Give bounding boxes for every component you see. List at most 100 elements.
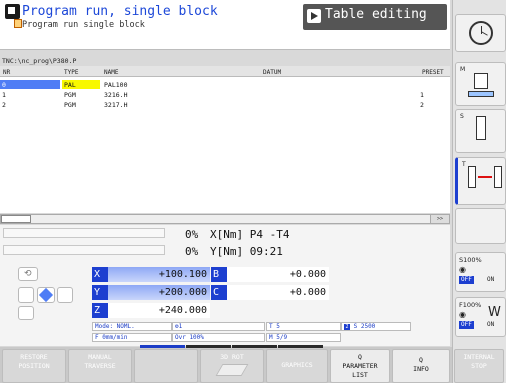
manual-traverse-softkey[interactable]: MANUAL TRAVERSE [68, 349, 132, 383]
col-name: NAME [104, 69, 119, 76]
axis-c-label: C [211, 285, 227, 300]
m-function-softkey[interactable]: M [455, 62, 506, 106]
3d-rot-label: 3D ROT [220, 353, 244, 361]
axis-z-value: +240.000 [108, 303, 210, 318]
param-line3: LIST [352, 371, 368, 379]
table-editing-icon [307, 9, 321, 23]
softkey-tab-3[interactable] [232, 345, 277, 348]
softkey-tab-4[interactable] [278, 345, 323, 348]
spindle-icon: 2 [344, 324, 350, 330]
col-type: TYPE [64, 69, 79, 76]
tool-right-icon [494, 166, 502, 188]
load-pct-2: 0% [185, 245, 199, 258]
feed-override-off[interactable]: OFF [459, 321, 474, 329]
clock-softkey[interactable] [455, 14, 506, 52]
axis-b-label: B [211, 267, 227, 282]
feed-info: F 0mm/min [92, 333, 172, 342]
table-row-type[interactable]: PGM [64, 91, 76, 99]
q-info-softkey[interactable]: Q INFO [392, 349, 450, 383]
scrollbar-thumb[interactable] [1, 215, 31, 223]
col-nr: NR [3, 69, 11, 76]
override-knob-icon: ◉ [459, 265, 466, 274]
t-tool-softkey[interactable]: T [455, 157, 506, 205]
feed-wave-icon: W [488, 305, 501, 320]
axis-b-value: +0.000 [227, 267, 329, 282]
m-machine-icon [474, 73, 488, 89]
table-row-preset[interactable]: 2 [420, 101, 424, 109]
m-function-info: M 5/9 [266, 333, 341, 342]
clock-icon [469, 21, 493, 45]
table-row-nr[interactable]: 0 [2, 81, 6, 89]
single-block-icon [14, 19, 22, 28]
q-parameter-list-softkey[interactable]: Q PARAMETER LIST [330, 349, 390, 383]
table-row-nr[interactable]: 1 [2, 91, 6, 99]
feed-override-softkey[interactable]: F100% ◉ W OFF ON [455, 297, 506, 337]
param-line2: PARAMETER [342, 362, 378, 370]
load-pct-1: 0% [185, 228, 199, 241]
load-line-1: X[Nm] P4 -T4 [210, 228, 290, 241]
axis-y-value: +200.000 [108, 285, 210, 300]
param-line1: Q [358, 353, 362, 361]
selected-row-highlight[interactable] [0, 80, 60, 89]
table-path: TNC:\nc_prog\P380.P [2, 57, 77, 65]
t-label: T [462, 161, 466, 168]
left-button-3[interactable] [57, 287, 73, 303]
feed-override-on[interactable]: ON [485, 321, 496, 329]
feed-override-label: F100% [459, 301, 482, 309]
spindle-override-off[interactable]: OFF [459, 276, 474, 284]
left-button-4[interactable] [18, 306, 34, 320]
empty-softkey[interactable] [134, 349, 198, 383]
3d-rot-icon [215, 364, 249, 376]
spindle-value: S 2500 [353, 323, 376, 330]
col-preset: PRESET [422, 69, 444, 76]
empty-side-softkey[interactable] [455, 208, 506, 244]
left-button-1[interactable] [18, 287, 34, 303]
horizontal-scrollbar[interactable] [0, 214, 450, 224]
restore-line2: POSITION [18, 362, 50, 370]
axis-x-label: X [92, 267, 108, 282]
spindle-override-softkey[interactable]: S100% ◉ OFF ON [455, 252, 506, 292]
tool-info: T 5 [266, 322, 341, 331]
s-label: S [460, 113, 464, 120]
tool-number-info: ⚙1 [172, 322, 265, 331]
internal-line1: INTERNAL [463, 353, 495, 361]
refresh-icon: ⟲ [24, 269, 32, 279]
spindle-override-label: S100% [459, 256, 482, 264]
restore-line1: RESTORE [20, 353, 48, 361]
axis-y-label: Y [92, 285, 108, 300]
info-line1: Q [419, 356, 423, 364]
mode-title: Program run, single block [22, 4, 218, 19]
progress-ruler-2 [3, 245, 165, 255]
axis-z-label: Z [92, 303, 108, 318]
internal-stop-softkey[interactable]: INTERNAL STOP [454, 349, 504, 383]
progress-ruler-1 [3, 228, 165, 238]
axis-x-value: +100.100 [108, 267, 210, 282]
workpiece-button[interactable] [37, 287, 55, 303]
table-row-nr[interactable]: 2 [2, 101, 6, 109]
axis-c-value: +0.000 [227, 285, 329, 300]
info-line2: INFO [413, 365, 429, 373]
3d-rot-softkey[interactable]: 3D ROT [200, 349, 264, 383]
graphics-softkey[interactable]: GRAPHICS [266, 349, 328, 383]
table-row-preset[interactable]: 1 [420, 91, 424, 99]
load-line-2: Y[Nm] 09:21 [210, 245, 283, 258]
override-info: Ovr 100% [172, 333, 265, 342]
scroll-right-button[interactable]: >> [430, 215, 449, 223]
table-row-name[interactable]: 3217.H [104, 101, 127, 109]
mode-info: Mode: NOML. [92, 322, 172, 331]
col-datum: DATUM [263, 69, 282, 76]
softkey-tab-2[interactable] [186, 345, 231, 348]
spindle-tool-icon [476, 116, 486, 140]
s-spindle-softkey[interactable]: S [455, 109, 506, 153]
table-row-type[interactable]: PGM [64, 101, 76, 109]
internal-line2: STOP [471, 362, 487, 370]
spindle-info: 2 S 2500 [341, 322, 411, 331]
restore-position-softkey[interactable]: RESTORE POSITION [2, 349, 66, 383]
spindle-override-on[interactable]: ON [485, 276, 496, 284]
table-row-name[interactable]: 3216.H [104, 91, 127, 99]
table-row-name[interactable]: PAL100 [104, 81, 127, 89]
cycle-icon-button[interactable]: ⟲ [18, 267, 38, 281]
table-row-type[interactable]: PAL [64, 81, 76, 89]
tool-number-value: 1 [178, 323, 183, 330]
softkey-tab-1[interactable] [140, 345, 185, 348]
